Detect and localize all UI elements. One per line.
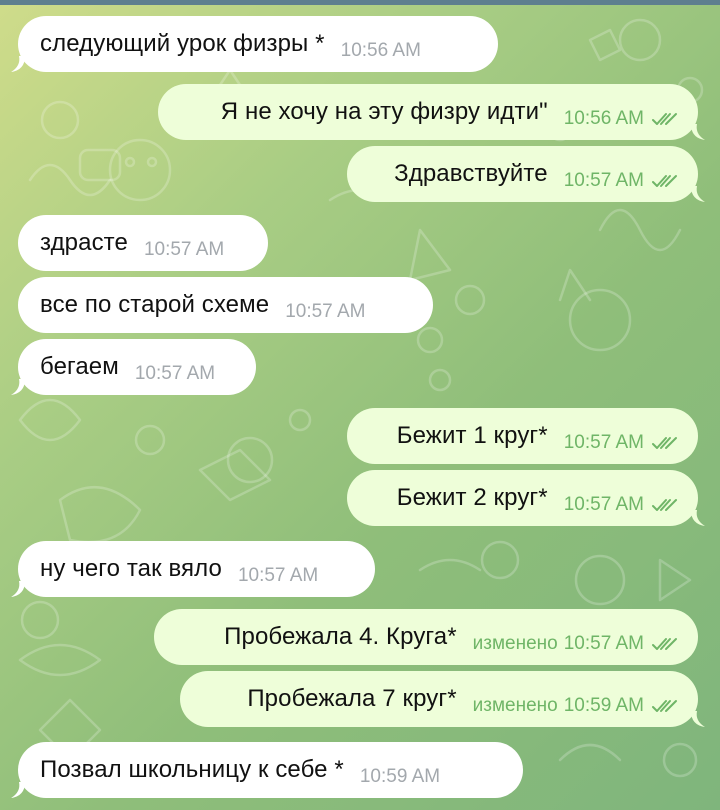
message-meta: 10:57 AM [564,494,678,516]
message-bubble-outgoing[interactable]: Бежит 1 круг* 10:57 AM [347,408,698,464]
bubble-tail [691,510,705,526]
bubble-tail [11,782,25,798]
message-text: Пробежала 7 круг* [247,685,457,712]
bubble-tail [691,124,705,140]
message-time: 10:57 AM [134,363,216,384]
message-bubble-incoming[interactable]: Позвал школьницу к себе * 10:59 AM [11,742,523,798]
read-double-check-icon [652,437,677,449]
message-time: 10:59 AM [563,695,644,716]
message-text: все по старой схеме [40,291,270,318]
message-time: 10:56 AM [563,108,644,129]
message-meta: изменено 10:57 AM [473,633,678,655]
read-double-check-icon [652,499,677,511]
message-meta: 10:56 AM [564,108,678,130]
message-bubble-outgoing[interactable]: Здравствуйте 10:57 AM [347,146,705,202]
message-list[interactable]: следующий урок физры * 10:56 AM Я не хоч… [0,0,720,810]
edited-label: изменено [472,695,558,716]
message-bubble-outgoing[interactable]: Пробежала 7 круг* изменено 10:59 AM [180,671,705,727]
message-meta: 10:57 AM [238,565,318,587]
read-double-check-icon [652,700,677,712]
message-time: 10:59 AM [359,766,441,787]
message-time: 10:56 AM [340,40,421,61]
read-double-check-icon [652,113,677,125]
message-text: Пробежала 4. Круга* [224,623,457,650]
message-bubble-incoming[interactable]: все по старой схеме 10:57 AM [18,277,433,333]
message-text: Я не хочу на эту физру идти" [220,98,548,125]
message-meta: 10:57 AM [285,301,365,323]
read-double-check-icon [652,638,677,650]
bubble-tail [11,56,25,72]
message-time: 10:57 AM [143,239,225,260]
message-time: 10:57 AM [237,565,319,586]
message-time: 10:57 AM [563,494,644,515]
message-meta: 10:59 AM [360,766,440,788]
message-text: Здравствуйте [394,160,548,187]
edited-label: изменено [472,633,558,654]
message-text: Бежит 2 круг* [396,484,548,511]
message-time: 10:57 AM [285,301,366,322]
message-bubble-outgoing[interactable]: Пробежала 4. Круга* изменено 10:57 AM [154,609,698,665]
message-bubble-incoming[interactable]: следующий урок физры * 10:56 AM [11,16,498,72]
message-meta: 10:57 AM [144,239,224,261]
bubble-tail [11,379,25,395]
message-time: 10:57 AM [563,170,644,191]
message-meta: 10:56 AM [341,40,421,62]
message-text: Бежит 1 круг* [396,422,548,449]
message-meta: 10:57 AM [564,170,678,192]
message-bubble-outgoing[interactable]: Бежит 2 круг* 10:57 AM [347,470,705,526]
message-time: 10:57 AM [563,633,644,654]
bubble-tail [691,711,705,727]
message-meta: 10:57 AM [135,363,215,385]
bubble-tail [11,581,25,597]
message-text: следующий урок физры * [40,30,325,57]
message-bubble-incoming[interactable]: бегаем 10:57 AM [11,339,256,395]
message-text: ну чего так вяло [40,555,222,582]
bubble-tail [691,186,705,202]
message-meta: 10:57 AM [564,432,678,454]
message-meta: изменено 10:59 AM [473,695,678,717]
message-text: Позвал школьницу к себе * [40,756,344,783]
message-text: здрасте [40,229,128,256]
read-double-check-icon [652,175,677,187]
message-text: бегаем [40,353,119,380]
message-bubble-outgoing[interactable]: Я не хочу на эту физру идти" 10:56 AM [158,84,705,140]
message-time: 10:57 AM [563,432,644,453]
message-bubble-incoming[interactable]: ну чего так вяло 10:57 AM [11,541,375,597]
message-bubble-incoming[interactable]: здрасте 10:57 AM [18,215,268,271]
